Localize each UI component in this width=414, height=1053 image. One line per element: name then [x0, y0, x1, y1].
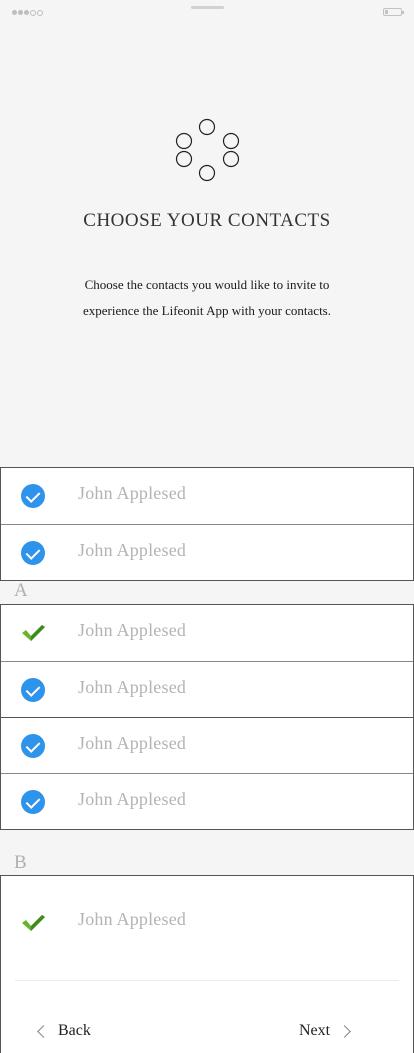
chevron-left-icon [37, 1024, 50, 1038]
page-title: CHOOSE YOUR CONTACTS [83, 210, 331, 231]
blue-check-icon[interactable] [21, 734, 45, 758]
next-label: Next [299, 1022, 331, 1039]
contact-name: John Applesed [78, 789, 187, 809]
blue-check-icon[interactable] [21, 678, 45, 702]
section-letter-a: A [14, 580, 28, 601]
contact-row[interactable]: John Applesed [1, 605, 413, 661]
contact-row[interactable]: John Applesed [1, 717, 413, 773]
contact-name: John Applesed [78, 733, 187, 753]
contact-name: John Applesed [78, 540, 187, 560]
contact-row[interactable]: John Applesed [1, 524, 413, 580]
footer-divider [15, 980, 399, 981]
signal-icon [12, 10, 43, 16]
blue-check-icon[interactable] [21, 484, 45, 508]
blue-check-icon[interactable] [21, 541, 45, 565]
contact-group-a: John Applesed John Applesed John Applese… [0, 604, 414, 830]
contact-row[interactable]: John Applesed [1, 876, 413, 968]
contact-row[interactable]: John Applesed [1, 773, 413, 829]
contact-row[interactable]: John Applesed [1, 661, 413, 717]
contact-name: John Applesed [78, 620, 187, 640]
contact-row[interactable]: John Applesed [1, 468, 413, 524]
blue-check-icon[interactable] [21, 790, 45, 814]
green-check-icon[interactable] [21, 621, 45, 645]
contact-group-b: John Applesed Back Next [0, 875, 414, 1053]
next-button[interactable]: Next [299, 1022, 351, 1040]
battery-icon [383, 8, 404, 16]
back-label: Back [58, 1022, 91, 1039]
back-button[interactable]: Back [37, 1022, 91, 1040]
contact-name: John Applesed [78, 909, 187, 929]
chevron-right-icon [338, 1024, 351, 1038]
app-logo-icon [175, 118, 240, 182]
contact-name: John Applesed [78, 677, 187, 697]
contact-group-top: John Applesed John Applesed [0, 467, 414, 581]
page-subtitle: Choose the contacts you would like to in… [82, 277, 331, 318]
section-letter-b: B [14, 852, 27, 873]
notch-indicator [191, 6, 224, 9]
contact-name: John Applesed [78, 483, 187, 503]
green-check-icon[interactable] [21, 911, 45, 935]
status-bar [0, 0, 414, 24]
